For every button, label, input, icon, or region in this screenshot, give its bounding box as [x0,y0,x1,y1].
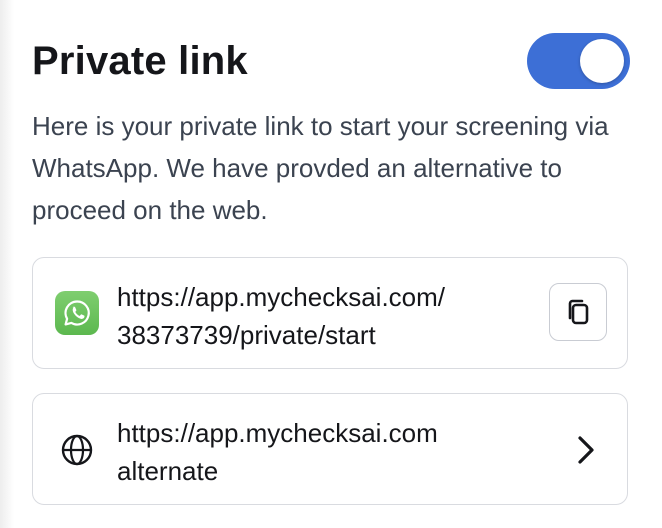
whatsapp-icon [55,291,99,335]
whatsapp-link-text: https://app.mychecksai.com/ 38373739/pri… [117,278,445,354]
page-title: Private link [32,39,248,83]
toggle-knob [580,39,624,83]
chevron-right-icon[interactable] [571,432,601,468]
copy-icon [568,299,589,325]
left-edge-shade [0,0,14,528]
web-link-line2: alternate [117,456,219,486]
whatsapp-link-line1: https://app.mychecksai.com/ [117,282,446,312]
web-link-text: https://app.mychecksai.com alternate [117,414,438,490]
private-link-toggle[interactable] [527,33,630,89]
copy-button[interactable] [549,283,607,341]
description-text: Here is your private link to start your … [32,111,609,225]
web-link-line1: https://app.mychecksai.com [117,418,438,448]
web-link-card[interactable]: https://app.mychecksai.com alternate [32,393,628,505]
whatsapp-link-line2: 38373739/private/start [117,320,376,350]
whatsapp-link-card[interactable]: https://app.mychecksai.com/ 38373739/pri… [32,257,628,369]
globe-icon [61,434,93,466]
